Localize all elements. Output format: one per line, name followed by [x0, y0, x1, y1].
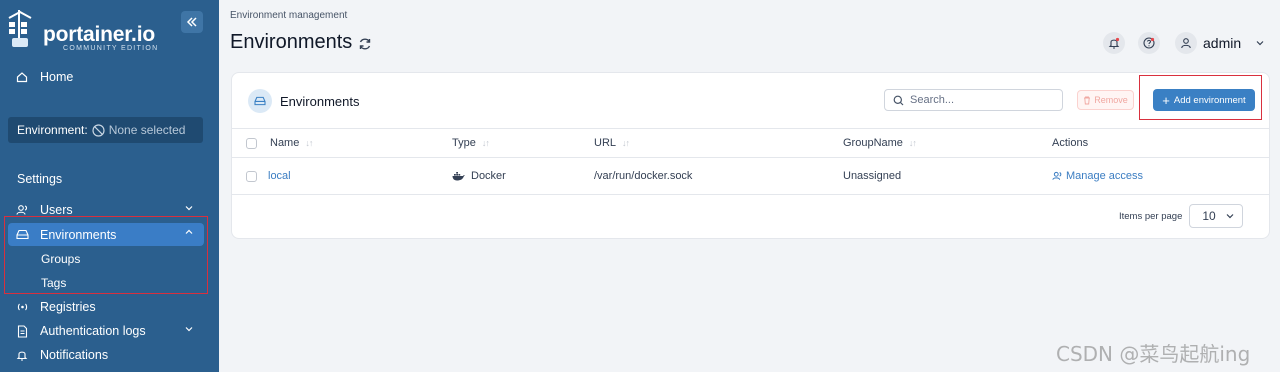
chevron-down-icon: [185, 327, 193, 332]
refresh-icon[interactable]: [358, 37, 372, 51]
sort-icon: ↓↑: [481, 138, 490, 148]
sidebar-item-auth-logs[interactable]: Authentication logs: [8, 320, 204, 342]
sidebar-item-label: Authentication logs: [40, 324, 146, 338]
sidebar-item-label: Users: [40, 203, 73, 217]
chevron-down-icon: [1226, 214, 1234, 219]
column-header-type[interactable]: Type ↓↑: [452, 129, 490, 157]
chevron-down-icon: [185, 206, 193, 211]
page-title: Environments: [230, 31, 372, 54]
pagination: Items per page 10: [1119, 204, 1244, 228]
sort-icon: ↓↑: [305, 138, 313, 148]
table-header: Name ↓↑ Type ↓↑ URL ↓↑ GroupName ↓↑ Actions: [232, 128, 1269, 158]
row-checkbox[interactable]: [246, 158, 257, 194]
column-header-groupname[interactable]: GroupName ↓↑: [843, 129, 917, 157]
collapse-sidebar-button[interactable]: [181, 11, 203, 33]
user-icon: [1181, 38, 1191, 49]
docker-icon: [452, 172, 465, 181]
file-text-icon: [14, 323, 30, 339]
environment-type: Docker: [452, 158, 506, 194]
breadcrumb: Environment management: [230, 10, 348, 21]
search-input[interactable]: [910, 94, 1050, 106]
trash-icon: [1084, 96, 1091, 104]
items-per-page-select[interactable]: 10: [1189, 204, 1244, 228]
settings-heading: Settings: [17, 172, 63, 186]
help-circle-icon: [1143, 37, 1155, 49]
card-title-text: Environments: [280, 93, 360, 109]
block-icon: [92, 123, 105, 137]
search-icon: [893, 95, 904, 105]
highlight-box-sidebar: [4, 216, 208, 294]
help-button[interactable]: [1138, 32, 1160, 54]
column-header-name[interactable]: Name ↓↑: [270, 129, 313, 157]
environment-name-link[interactable]: local: [268, 158, 291, 194]
page-title-text: Environments: [230, 31, 353, 53]
environment-group: Unassigned: [843, 170, 902, 182]
remove-button-label: Remove: [1094, 95, 1128, 105]
search-box[interactable]: [884, 89, 1063, 111]
manage-access-link[interactable]: Manage access: [1052, 158, 1143, 194]
chevron-down-icon: [1256, 41, 1264, 46]
environment-url: /var/run/docker.sock: [594, 170, 693, 182]
sidebar-item-home[interactable]: Home: [8, 66, 204, 88]
sidebar-item-label: Registries: [40, 300, 96, 314]
column-header-url[interactable]: URL ↓↑: [594, 129, 630, 157]
users-icon: [1052, 171, 1062, 180]
card-title: Environments: [248, 89, 359, 113]
user-menu[interactable]: admin: [1175, 32, 1265, 54]
bell-icon: [14, 347, 30, 363]
chevrons-left-icon: [186, 17, 197, 27]
environment-selector[interactable]: Environment: None selected: [8, 117, 203, 143]
table-row: local Docker /var/run/docker.sock Unassi…: [232, 158, 1269, 195]
sidebar-item-label: Notifications: [40, 348, 109, 362]
environment-value: None selected: [108, 123, 186, 137]
select-all-checkbox[interactable]: [246, 129, 257, 157]
notifications-button[interactable]: [1103, 32, 1125, 54]
remove-button[interactable]: Remove: [1077, 90, 1134, 110]
radio-icon: [14, 299, 30, 315]
logo-edition: COMMUNITY EDITION: [63, 45, 159, 52]
environment-label: Environment:: [17, 123, 88, 137]
user-avatar: [1175, 32, 1197, 54]
column-header-actions: Actions: [1052, 137, 1089, 149]
sidebar-item-label: Home: [40, 70, 74, 84]
sidebar-item-notifications[interactable]: Notifications: [8, 344, 204, 366]
portainer-logo[interactable]: portainer.io COMMUNITY EDITION: [6, 10, 166, 52]
sidebar-item-registries[interactable]: Registries: [8, 296, 204, 318]
sort-icon: ↓↑: [622, 138, 630, 148]
highlight-box-add-button: [1139, 75, 1262, 120]
hard-drive-icon: [248, 89, 272, 113]
portainer-logo-icon: [8, 10, 32, 47]
logo-text: portainer.io: [43, 23, 155, 46]
sort-icon: ↓↑: [908, 138, 917, 148]
username: admin: [1203, 35, 1242, 51]
items-per-page-label: Items per page: [1119, 210, 1183, 222]
items-per-page-value: 10: [1202, 209, 1216, 223]
sidebar: portainer.io COMMUNITY EDITION Home Envi…: [0, 0, 219, 372]
home-icon: [14, 69, 30, 85]
bell-icon: [1108, 37, 1120, 49]
environments-table-card: Environments Remove + Add environment Na…: [231, 72, 1270, 239]
watermark: CSDN @菜鸟起航ing: [1056, 342, 1251, 366]
